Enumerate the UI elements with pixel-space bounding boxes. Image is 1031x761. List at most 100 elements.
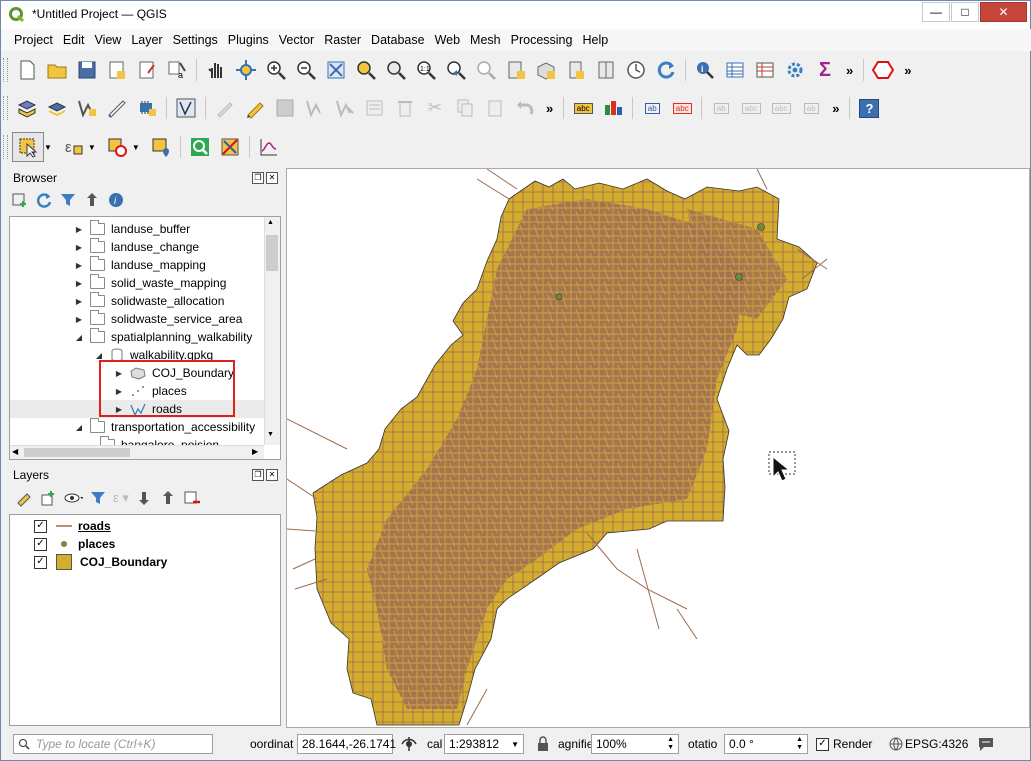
deselect-features-icon[interactable] [102,133,132,161]
highlight-pinned-labels-icon[interactable]: abc [667,94,697,122]
close-panel-icon[interactable]: ✕ [266,172,278,184]
dropdown-arrow-icon[interactable]: ▼ [511,740,519,749]
locator-bar[interactable]: Type to locate (Ctrl+K) [13,734,213,754]
show-hide-labels-icon[interactable]: abc [736,94,766,122]
data-source-manager-icon[interactable] [12,94,42,122]
browser-item[interactable]: ▶ solidwaste_allocation [74,292,224,310]
minimize-button[interactable]: — [922,2,950,22]
filter-legend-icon[interactable] [89,489,107,507]
select-features-icon[interactable] [12,132,44,162]
layer-visibility-checkbox[interactable]: ✓ [34,519,47,533]
copy-features-icon[interactable] [450,94,480,122]
spin-arrows-icon[interactable]: ▲ ▼ [796,736,803,752]
browser-item[interactable]: ▶ landuse_buffer [74,220,190,238]
menu-view[interactable]: View [89,33,126,47]
diagram-options-icon[interactable] [598,94,628,122]
settings-gear-icon[interactable] [780,56,810,84]
zoom-out-icon[interactable] [291,56,321,84]
zoom-in-icon[interactable] [261,56,291,84]
identify-features-icon[interactable]: i [690,56,720,84]
collapse-arrow-icon[interactable]: ◢ [74,333,84,342]
browser-vertical-scrollbar[interactable]: ▲ ▼ [264,217,280,445]
delete-selected-icon[interactable] [390,94,420,122]
properties-info-icon[interactable]: i [107,191,125,209]
scale-combo[interactable]: 1:293812 ▼ [444,734,524,754]
menu-raster[interactable]: Raster [319,33,366,47]
style-manager-icon[interactable]: a [162,56,192,84]
layer-item-roads[interactable]: ✓ roads [34,517,111,535]
show-bookmarks-icon[interactable] [591,56,621,84]
toolbar-overflow-icon[interactable]: » [840,63,859,78]
pan-map-icon[interactable] [201,56,231,84]
expand-arrow-icon[interactable]: ▶ [74,261,84,270]
browser-item[interactable]: ◢ spatialplanning_walkability [74,328,252,346]
add-feature-icon[interactable] [300,94,330,122]
collapse-all-layers-icon[interactable] [159,489,177,507]
expand-arrow-icon[interactable]: ▶ [74,297,84,306]
close-panel-icon[interactable]: ✕ [266,469,278,481]
filter-by-expression-icon[interactable]: ε ▾ [113,490,129,506]
collapse-all-icon[interactable] [83,191,101,209]
modify-attributes-icon[interactable] [360,94,390,122]
memory-layer-icon[interactable] [132,94,162,122]
expand-arrow-icon[interactable]: ▶ [74,315,84,324]
zoom-full-icon[interactable] [321,56,351,84]
virtual-layer-icon[interactable] [171,94,201,122]
toolbar-overflow-icon-2[interactable]: » [898,63,917,78]
zoom-to-layer-icon[interactable] [381,56,411,84]
menu-layer[interactable]: Layer [126,33,167,47]
magnifier-spinbox[interactable]: 100% ▲ ▼ [591,734,679,754]
open-attribute-table-icon[interactable] [720,56,750,84]
locator-search-icon[interactable] [185,133,215,161]
menu-web[interactable]: Web [430,33,465,47]
render-checkbox[interactable]: ✓ [816,737,829,751]
label-toolbar-icon[interactable]: abc [568,94,598,122]
crs-globe-icon[interactable] [889,737,903,751]
new-vector-layer-icon[interactable] [72,94,102,122]
new-3d-map-view-icon[interactable] [531,56,561,84]
layer-item-places[interactable]: ✓ places [34,535,115,553]
rotate-label-icon[interactable]: ab [796,94,826,122]
refresh-icon[interactable] [651,56,681,84]
toolbar-overflow-icon-3[interactable]: » [540,101,559,116]
collapse-arrow-icon[interactable]: ◢ [94,351,104,360]
coordinate-field[interactable]: 28.1644,-26.1741 [297,734,396,754]
menu-plugins[interactable]: Plugins [223,33,274,47]
menu-project[interactable]: Project [9,33,58,47]
manage-map-themes-icon[interactable] [63,489,83,507]
expand-all-icon[interactable] [135,489,153,507]
browser-item[interactable]: ◢ transportation_accessibility [74,418,255,436]
browser-item[interactable]: ▶ landuse_change [74,238,199,256]
rotation-spinbox[interactable]: 0.0 ° ▲ ▼ [724,734,808,754]
layer-visibility-checkbox[interactable]: ✓ [34,555,47,569]
menu-vector[interactable]: Vector [274,33,319,47]
place-point[interactable] [735,273,743,281]
pin-labels-icon[interactable]: ab [706,94,736,122]
layout-manager-icon[interactable] [132,56,162,84]
field-calculator-icon[interactable] [215,133,245,161]
move-label-icon[interactable]: abc [766,94,796,122]
browser-item[interactable]: ▶ landuse_mapping [74,256,206,274]
temporal-controller-icon[interactable] [621,56,651,84]
close-button[interactable]: ✕ [980,2,1027,22]
toggle-extents-icon[interactable] [399,734,419,754]
menu-processing[interactable]: Processing [506,33,578,47]
zoom-next-icon[interactable] [471,56,501,84]
browser-item[interactable]: ▶ solidwaste_service_area [74,310,242,328]
float-panel-icon[interactable]: ❐ [252,469,264,481]
lock-scale-icon[interactable] [536,736,550,752]
map-canvas[interactable] [286,168,1030,728]
zoom-native-icon[interactable]: 1:1 [411,56,441,84]
browser-filter-icon[interactable] [59,191,77,209]
scroll-thumb[interactable] [266,235,278,271]
menu-edit[interactable]: Edit [58,33,90,47]
undo-icon[interactable] [510,94,540,122]
expand-arrow-icon[interactable]: ▶ [74,243,84,252]
crs-button[interactable]: EPSG:4326 [905,737,968,751]
spin-arrows-icon[interactable]: ▲ ▼ [667,736,674,752]
pan-to-selection-icon[interactable] [231,56,261,84]
save-edits-icon[interactable] [270,94,300,122]
add-group-icon[interactable] [39,489,57,507]
menu-database[interactable]: Database [366,33,430,47]
profile-tool-icon[interactable] [254,133,284,161]
